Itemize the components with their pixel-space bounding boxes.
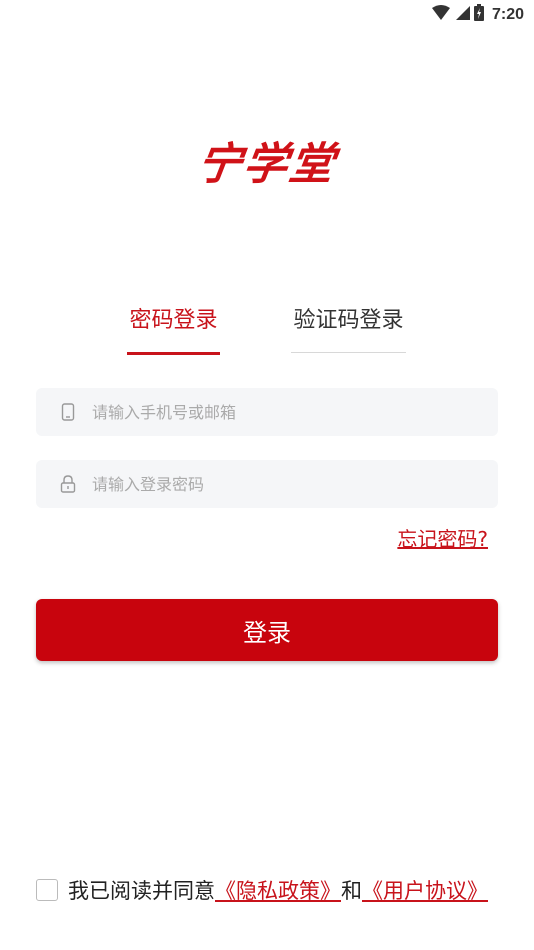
phone-input[interactable] <box>90 391 474 433</box>
status-time: 7:20 <box>491 5 524 23</box>
status-bar: 7:20 <box>0 0 534 28</box>
forgot-password-link[interactable]: 忘记密码? <box>397 526 488 550</box>
battery-icon <box>473 4 484 25</box>
agreement-text: 我已阅读并同意《隐私政策》和《用户协议》 <box>68 876 498 906</box>
phone-field[interactable] <box>36 388 498 436</box>
user-agreement-link[interactable]: 《用户协议》 <box>362 879 488 903</box>
logo-text: 宁学堂 <box>193 139 339 190</box>
wifi-icon <box>431 4 450 25</box>
agreement-and: 和 <box>341 879 362 903</box>
tab-code-login[interactable]: 验证码登录 <box>291 300 406 353</box>
agreement-row: 我已阅读并同意《隐私政策》和《用户协议》 <box>36 876 506 906</box>
agree-checkbox[interactable] <box>36 879 58 901</box>
password-input[interactable] <box>90 463 474 505</box>
password-field[interactable] <box>36 460 498 508</box>
app-logo: 宁学堂 <box>0 128 534 192</box>
agreement-prefix: 我已阅读并同意 <box>68 879 215 903</box>
privacy-policy-link[interactable]: 《隐私政策》 <box>215 879 341 903</box>
login-button[interactable]: 登录 <box>36 599 498 661</box>
phone-icon <box>58 402 78 422</box>
login-tabs: 密码登录 验证码登录 <box>0 300 534 355</box>
signal-icon <box>454 5 470 25</box>
status-icons: 7:20 <box>431 4 524 25</box>
tab-password-login[interactable]: 密码登录 <box>127 300 220 355</box>
lock-icon <box>58 474 78 494</box>
